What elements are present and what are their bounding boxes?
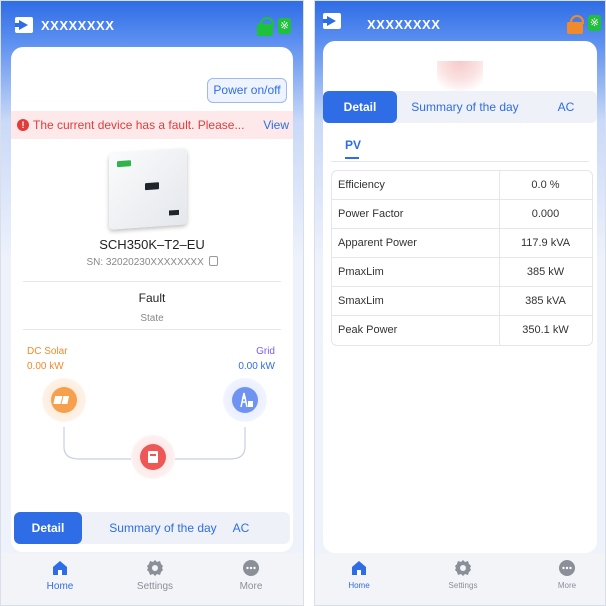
detail-table: Efficiency 0.0 % Power Factor 0.000 Appare…: [331, 170, 593, 346]
nav-home[interactable]: Home: [329, 559, 389, 590]
table-row: Peak Power 350.1 kW: [332, 316, 592, 345]
nav-more-label: More: [239, 581, 263, 592]
device-name: XXXXXXXX: [367, 17, 441, 32]
row-label: Peak Power: [338, 324, 398, 336]
tab-ac[interactable]: AC: [549, 91, 583, 123]
router-icon: [257, 17, 274, 36]
row-value: 350.1 kW: [522, 324, 569, 336]
more-icon: [243, 560, 259, 576]
router-icon: [567, 15, 584, 34]
row-value: 385 kVA: [525, 295, 566, 307]
fault-message: The current device has a fault. Please..…: [33, 118, 245, 132]
row-value: 117.9 kVA: [520, 237, 571, 249]
nav-more[interactable]: More: [537, 559, 597, 590]
solar-panel-icon: [51, 387, 77, 413]
detail-card: Detail Summary of the day AC PV Efficien…: [323, 41, 597, 553]
dc-solar-label: DC Solar: [27, 346, 68, 357]
tab-ac[interactable]: AC: [226, 512, 256, 544]
table-row: PmaxLim 385 kW: [332, 258, 592, 287]
sub-tab-pv[interactable]: PV: [345, 138, 361, 152]
panel-gap: [304, 0, 314, 606]
divider: [23, 329, 281, 330]
home-screen: XXXXXXXX ※ Power on/off ! The current de…: [0, 0, 304, 606]
tab-detail[interactable]: Detail: [14, 512, 82, 544]
home-icon: [352, 561, 366, 575]
device-name: XXXXXXXX: [41, 18, 115, 33]
home-icon: [53, 561, 67, 575]
table-row: Efficiency 0.0 %: [332, 171, 592, 200]
bottom-nav: Home Settings More: [1, 553, 303, 605]
device-model: SCH350K–T2–EU: [99, 237, 205, 252]
serial-text: SN: 32020230XXXXXXXX: [86, 257, 204, 268]
gear-icon: [455, 560, 471, 576]
row-value: 0.000: [531, 208, 560, 220]
power-on-off-button[interactable]: Power on/off: [207, 78, 287, 103]
serial-number: SN: 32020230XXXXXXXX: [11, 256, 293, 268]
table-row: Apparent Power 117.9 kVA: [332, 229, 592, 258]
row-label: SmaxLim: [338, 295, 384, 307]
table-row: SmaxLim 385 kVA: [332, 287, 592, 316]
inverter-node[interactable]: [131, 435, 175, 479]
state-value: Fault: [138, 291, 166, 305]
tab-detail[interactable]: Detail: [323, 91, 397, 123]
row-label: Apparent Power: [338, 237, 417, 249]
detail-screen: XXXXXXXX ※ Detail Summary of the day AC …: [314, 0, 606, 606]
bluetooth-icon: ※: [278, 18, 291, 34]
bottom-nav: Home Settings More: [315, 553, 605, 605]
nav-settings-label: Settings: [136, 581, 174, 592]
row-value: 385 kW: [526, 266, 565, 278]
nav-more-label: More: [557, 581, 577, 590]
nav-settings[interactable]: Settings: [433, 559, 493, 590]
exit-icon[interactable]: [323, 13, 341, 29]
exit-icon[interactable]: [15, 17, 33, 33]
top-bar: XXXXXXXX ※: [1, 1, 303, 47]
divider: [23, 281, 281, 282]
nav-settings[interactable]: Settings: [125, 559, 185, 592]
row-value: 0.0 %: [531, 179, 560, 191]
row-label: PmaxLim: [338, 266, 384, 278]
tab-summary-of-the-day[interactable]: Summary of the day: [403, 91, 527, 123]
detail-tabs: Detail Summary of the day AC: [323, 91, 597, 123]
power-tower-icon: [232, 387, 258, 413]
gear-icon: [147, 560, 163, 576]
inverter-image: [109, 148, 187, 230]
nav-home-label: Home: [46, 581, 74, 592]
fault-view-link[interactable]: View: [263, 118, 289, 132]
detail-tabs: Detail Summary of the day AC: [14, 512, 290, 544]
more-icon: [559, 560, 575, 576]
fault-banner[interactable]: ! The current device has a fault. Please…: [11, 111, 293, 139]
sub-tab-indicator: [345, 157, 359, 159]
solar-node[interactable]: [42, 378, 86, 422]
table-row: Power Factor 0.000: [332, 200, 592, 229]
grid-label: Grid: [256, 346, 275, 357]
bluetooth-icon: ※: [588, 15, 601, 31]
inverter-icon: [140, 444, 166, 470]
row-label: Efficiency: [338, 179, 385, 191]
nav-home[interactable]: Home: [30, 559, 90, 592]
state-label: State: [140, 313, 164, 324]
device-card: Power on/off ! The current device has a …: [11, 47, 293, 552]
tab-summary-of-the-day[interactable]: Summary of the day: [100, 512, 226, 544]
row-label: Power Factor: [338, 208, 404, 220]
nav-settings-label: Settings: [448, 581, 478, 590]
nav-more[interactable]: More: [221, 559, 281, 592]
divider: [331, 161, 589, 162]
alert-icon: !: [17, 119, 29, 131]
grid-node[interactable]: [223, 378, 267, 422]
copy-icon[interactable]: [208, 256, 218, 266]
nav-home-label: Home: [348, 581, 370, 590]
